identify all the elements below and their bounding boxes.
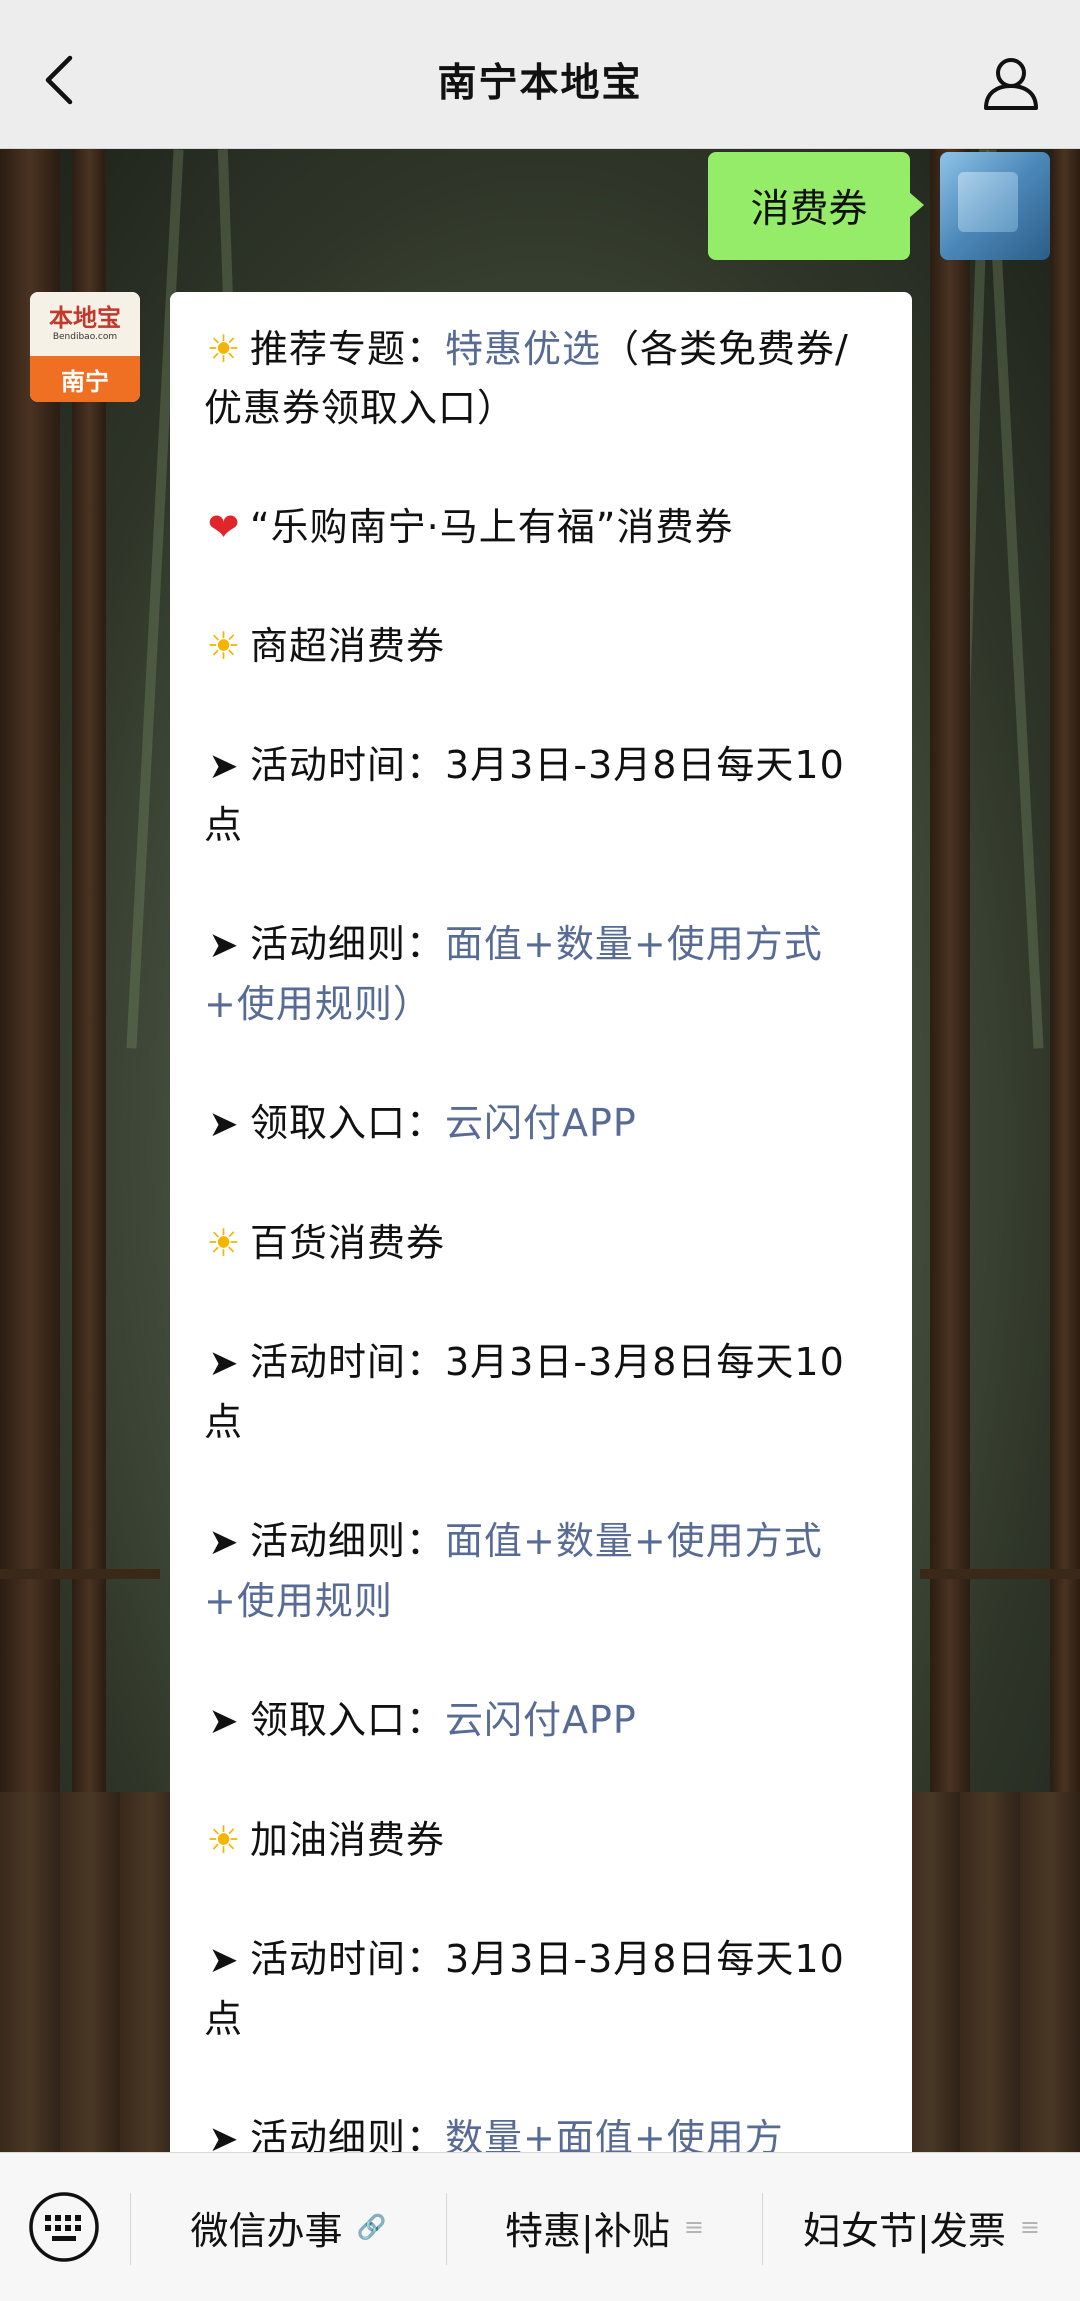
message-paragraph: ☀ 推荐专题：特惠优选（各类免费券/优惠券领取入口） — [204, 320, 880, 438]
user-avatar[interactable] — [940, 152, 1050, 260]
bottom-menu: 微信办事 🔗 特惠|补贴 ≡ 妇女节|发票 ≡ — [0, 2152, 1080, 2301]
user-message-bubble[interactable]: 消费券 — [708, 152, 924, 260]
menu-item-deals-subsidies[interactable]: 特惠|补贴 ≡ — [447, 2153, 762, 2301]
arrow-icon: ➤ — [208, 1343, 240, 1384]
menu-item-label: 特惠|补贴 — [505, 2208, 670, 2253]
arrow-icon: ➤ — [208, 2119, 240, 2152]
arrow-icon: ➤ — [208, 1701, 240, 1742]
message-paragraph: ➤ 活动细则：数量+面值+使用方 — [204, 2109, 880, 2152]
paragraph-text: 活动时间：3月3日-3月8日每天10点 — [204, 743, 845, 847]
paragraph-link[interactable]: 特惠优选 — [445, 327, 601, 371]
arrow-icon: ➤ — [208, 1522, 240, 1563]
message-paragraph: ➤ 活动时间：3月3日-3月8日每天10点 — [204, 1930, 880, 2049]
paragraph-text: 加油消费券 — [250, 1818, 446, 1862]
message-paragraph: ➤ 活动时间：3月3日-3月8日每天10点 — [204, 1333, 880, 1452]
paragraph-link[interactable]: 数量+面值+使用方 — [445, 2116, 784, 2152]
menu-item-label: 妇女节|发票 — [803, 2208, 1006, 2253]
message-paragraph: ➤ 活动时间：3月3日-3月8日每天10点 — [204, 736, 880, 855]
page-title: 南宁本地宝 — [437, 61, 643, 106]
paragraph-link[interactable]: 云闪付APP — [445, 1698, 637, 1742]
menu-item-wechat-services[interactable]: 微信办事 🔗 — [131, 2153, 446, 2301]
arrow-icon: ➤ — [208, 925, 240, 966]
nav-header: 南宁本地宝 — [0, 0, 1080, 149]
link-icon: 🔗 — [356, 2213, 387, 2241]
menu-lines-icon: ≡ — [1019, 2213, 1040, 2241]
avatar-city: 南宁 — [30, 356, 140, 402]
heart-icon: ❤ — [207, 505, 241, 549]
sun-icon: ☀ — [206, 327, 242, 371]
paragraph-text: “乐购南宁·马上有福”消费券 — [250, 505, 734, 549]
message-paragraph: ➤ 领取入口：云闪付APP — [204, 1094, 880, 1154]
arrow-icon: ➤ — [208, 1940, 240, 1981]
message-paragraph: ➤ 领取入口：云闪付APP — [204, 1691, 880, 1751]
bot-avatar[interactable]: 本地宝 Bendibao.com 南宁 — [30, 292, 140, 402]
paragraph-link[interactable]: 云闪付APP — [445, 1101, 637, 1145]
message-paragraph: ☀ 加油消费券 — [204, 1811, 880, 1870]
message-paragraph: ☀ 商超消费券 — [204, 617, 880, 676]
paragraph-text: 领取入口： — [250, 1698, 446, 1742]
menu-item-womens-day-invoice[interactable]: 妇女节|发票 ≡ — [763, 2153, 1080, 2301]
paragraph-text: 活动时间：3月3日-3月8日每天10点 — [204, 1937, 845, 2041]
keyboard-icon[interactable] — [28, 2191, 100, 2263]
person-icon[interactable] — [982, 56, 1040, 110]
paragraph-text: 领取入口： — [250, 1101, 446, 1145]
arrow-icon: ➤ — [208, 1104, 240, 1145]
arrow-icon: ➤ — [208, 746, 240, 787]
avatar-brand: 本地宝 — [49, 304, 121, 332]
paragraph-text: 活动细则： — [250, 2116, 446, 2152]
message-paragraph: ➤ 活动细则：面值+数量+使用方式+使用规则） — [204, 915, 880, 1034]
menu-lines-icon: ≡ — [683, 2213, 704, 2241]
sun-icon: ☀ — [206, 1818, 242, 1862]
message-paragraph: ❤ “乐购南宁·马上有福”消费券 — [204, 498, 880, 557]
message-paragraph: ➤ 活动细则：面值+数量+使用方式+使用规则 — [204, 1512, 880, 1631]
paragraph-text: 推荐专题： — [250, 327, 446, 371]
message-paragraph: ☀ 百货消费券 — [204, 1214, 880, 1273]
sun-icon: ☀ — [206, 1221, 242, 1265]
paragraph-text: 活动细则： — [250, 922, 446, 966]
paragraph-text: 商超消费券 — [250, 624, 446, 668]
bot-message-bubble: ☀ 推荐专题：特惠优选（各类免费券/优惠券领取入口） ❤ “乐购南宁·马上有福”消费券… — [170, 292, 912, 2152]
user-message-text: 消费券 — [750, 187, 868, 232]
avatar-domain: Bendibao.com — [52, 332, 118, 342]
sun-icon: ☀ — [206, 624, 242, 668]
paragraph-text: 百货消费券 — [250, 1221, 446, 1265]
paragraph-text: 活动时间：3月3日-3月8日每天10点 — [204, 1340, 845, 1444]
menu-item-label: 微信办事 — [190, 2208, 343, 2253]
paragraph-text: 活动细则： — [250, 1519, 446, 1563]
